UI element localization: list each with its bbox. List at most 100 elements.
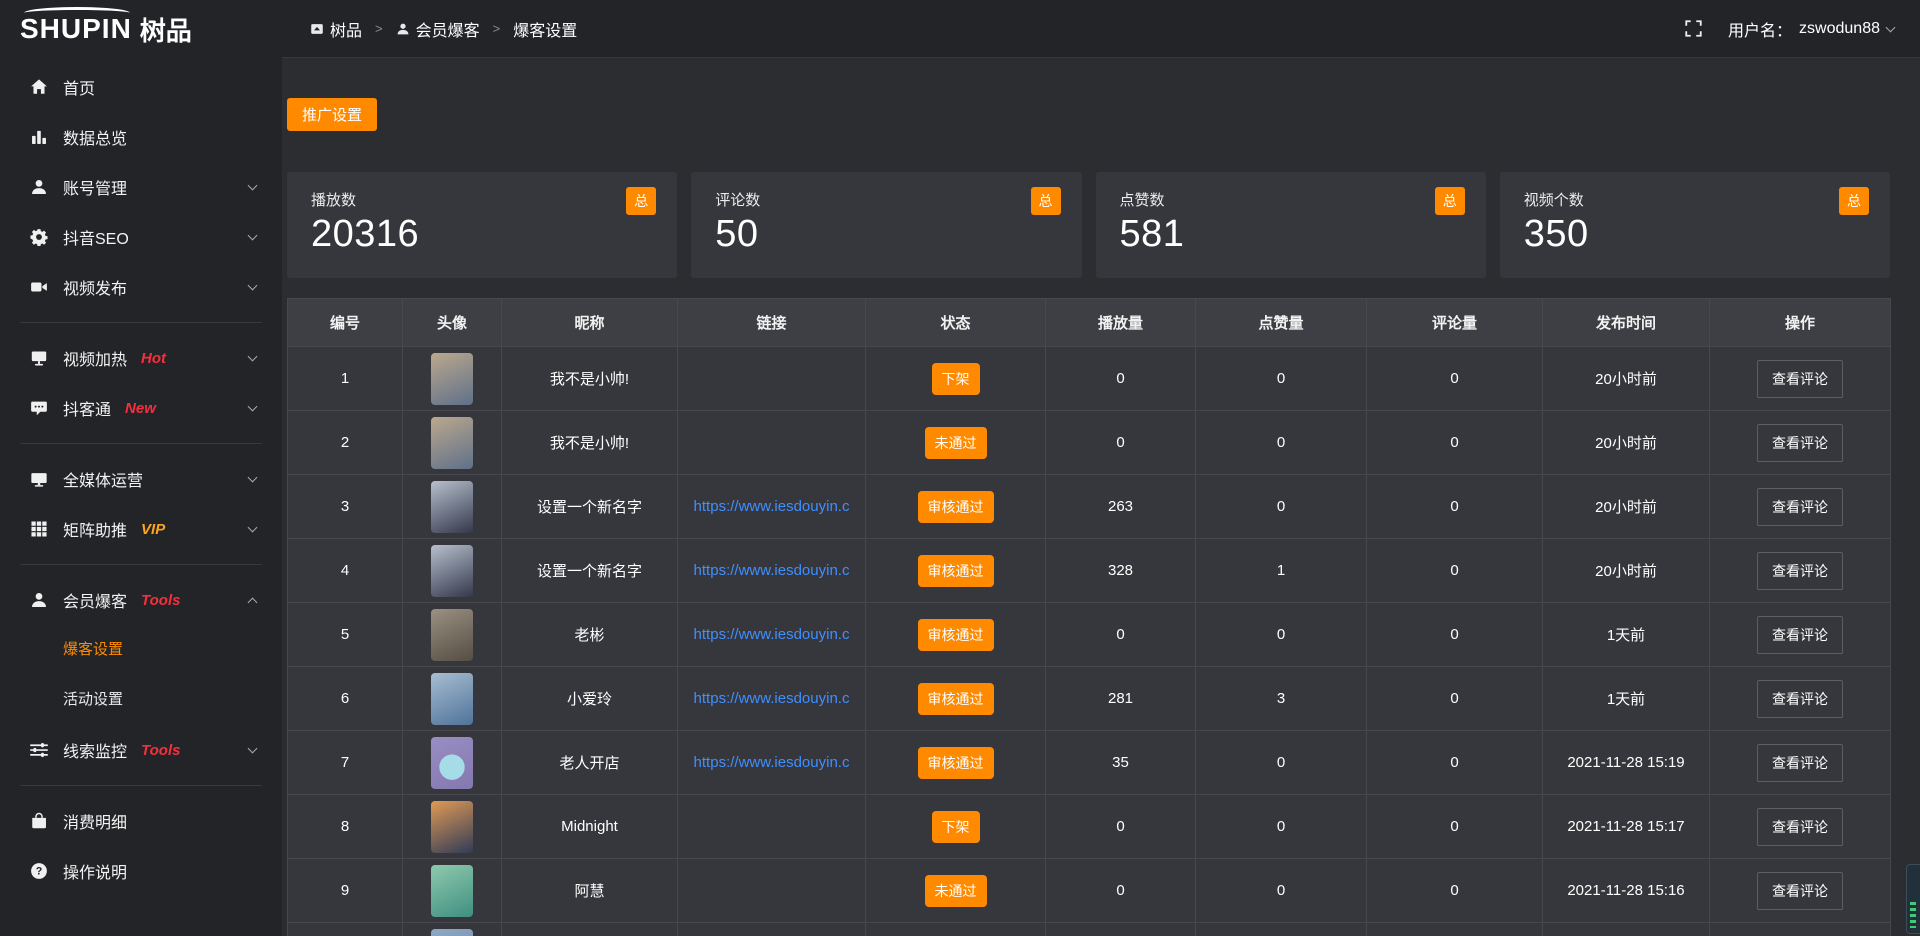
sidebar-item-label: 抖音SEO xyxy=(63,225,129,249)
cell-likes: 1 xyxy=(1196,539,1367,603)
cell-plays: 0 xyxy=(1046,411,1196,475)
cell-avatar xyxy=(403,795,502,859)
sidebar-item-omnimedia-operation[interactable]: 全媒体运营 xyxy=(0,454,282,504)
sidebar-item-operation-guide[interactable]: ?操作说明 xyxy=(0,846,282,896)
stat-card-value: 350 xyxy=(1524,213,1866,256)
video-link[interactable]: https://www.iesdouyin.c xyxy=(694,498,850,515)
cell-status: 审核通过 xyxy=(866,475,1046,539)
sidebar-item-label: 消费明细 xyxy=(63,809,127,833)
table-row: 6小爱玲https://www.iesdouyin.c审核通过281301天前查… xyxy=(288,667,1891,731)
video-link[interactable]: https://www.iesdouyin.c xyxy=(694,562,850,579)
cell-action: 查看评论 xyxy=(1710,475,1891,539)
promotion-settings-button[interactable]: 推广设置 xyxy=(287,98,377,131)
fullscreen-icon[interactable] xyxy=(1685,20,1702,37)
cell-time: 2021-11-28 15:17 xyxy=(1543,795,1710,859)
view-comments-button[interactable]: 查看评论 xyxy=(1757,424,1843,462)
column-header: 点赞量 xyxy=(1196,299,1367,347)
cell-link xyxy=(678,411,866,475)
cell-likes xyxy=(1196,923,1367,936)
video-link[interactable]: https://www.iesdouyin.c xyxy=(694,754,850,771)
sidebar-item-member-baoke[interactable]: 会员爆客 Tools xyxy=(0,575,282,625)
column-header: 编号 xyxy=(288,299,403,347)
view-comments-button[interactable]: 查看评论 xyxy=(1757,552,1843,590)
total-badge: 总 xyxy=(1435,187,1465,215)
screen-icon xyxy=(30,349,48,367)
cell-action: 查看评论 xyxy=(1710,411,1891,475)
sidebar-item-label: 视频加热 xyxy=(63,346,127,370)
cell-comments: 0 xyxy=(1367,411,1543,475)
sidebar-item-account-management[interactable]: 账号管理 xyxy=(0,162,282,212)
cell-link xyxy=(678,859,866,923)
cell-nickname: Midnight xyxy=(502,795,678,859)
avatar xyxy=(431,545,473,597)
sidebar-subitem-activity-settings[interactable]: 活动设置 xyxy=(0,675,282,725)
breadcrumb-item[interactable]: 会员爆客 xyxy=(396,17,480,41)
sidebar-item-label: 数据总览 xyxy=(63,125,127,149)
cell-link: https://www.iesdouyin.c xyxy=(678,539,866,603)
avatar xyxy=(431,737,473,789)
monitor-icon xyxy=(30,470,48,488)
sidebar-subitem-baoke-settings[interactable]: 爆客设置 xyxy=(0,625,282,675)
view-comments-button[interactable]: 查看评论 xyxy=(1757,488,1843,526)
video-link[interactable]: https://www.iesdouyin.c xyxy=(694,626,850,643)
cell-link: https://www.iesdouyin.c xyxy=(678,603,866,667)
column-header: 状态 xyxy=(866,299,1046,347)
view-comments-button[interactable]: 查看评论 xyxy=(1757,616,1843,654)
status-badge: 审核通过 xyxy=(918,619,994,651)
breadcrumb-item[interactable]: 爆客设置 xyxy=(513,17,577,41)
sidebar-item-label: 首页 xyxy=(63,75,95,99)
table-header-row: 编号头像昵称链接状态播放量点赞量评论量发布时间操作 xyxy=(288,299,1891,347)
sidebar-item-tag: Tools xyxy=(141,592,180,609)
sidebar-item-consumption-detail[interactable]: 消费明细 xyxy=(0,796,282,846)
video-link[interactable]: https://www.iesdouyin.c xyxy=(694,690,850,707)
status-badge: 审核通过 xyxy=(918,491,994,523)
sidebar-item-douketong[interactable]: 抖客通New xyxy=(0,383,282,433)
cell-plays: 263 xyxy=(1046,475,1196,539)
bar-chart-icon xyxy=(30,128,48,146)
cell-id: 3 xyxy=(288,475,403,539)
cell-time: 1天前 xyxy=(1543,603,1710,667)
cell-comments xyxy=(1367,923,1543,936)
chevron-down-icon xyxy=(248,281,258,291)
user-icon xyxy=(30,591,48,609)
view-comments-button[interactable]: 查看评论 xyxy=(1757,360,1843,398)
cell-id: 4 xyxy=(288,539,403,603)
avatar xyxy=(431,353,473,405)
sidebar-item-clue-monitor[interactable]: 线索监控Tools xyxy=(0,725,282,775)
sidebar-item-label: 会员爆客 xyxy=(63,588,127,612)
cell-status: 审核通过 xyxy=(866,603,1046,667)
view-comments-button[interactable]: 查看评论 xyxy=(1757,744,1843,782)
view-comments-button[interactable]: 查看评论 xyxy=(1757,680,1843,718)
table-row: 5老彬https://www.iesdouyin.c审核通过0001天前查看评论 xyxy=(288,603,1891,667)
chevron-down-icon xyxy=(248,181,258,191)
stat-card-value: 50 xyxy=(715,213,1057,256)
breadcrumb-item[interactable]: 树品 xyxy=(310,17,362,41)
chat-icon xyxy=(30,399,48,417)
view-comments-button[interactable]: 查看评论 xyxy=(1757,808,1843,846)
breadcrumb-separator: > xyxy=(375,21,383,36)
app-logo[interactable]: SHUPIN 树品 xyxy=(0,0,282,58)
sidebar-item-douyin-seo[interactable]: 抖音SEO xyxy=(0,212,282,262)
floating-widget[interactable] xyxy=(1906,864,1920,934)
sidebar: 首页数据总览账号管理抖音SEO 视频发布视频加热 Hot 抖客通New 全媒体运营矩阵助… xyxy=(0,58,282,936)
sidebar-item-video-publish[interactable]: 视频发布 xyxy=(0,262,282,312)
cell-time: 20小时前 xyxy=(1543,347,1710,411)
cell-nickname: 设置一个新名字 xyxy=(502,539,678,603)
view-comments-button[interactable]: 查看评论 xyxy=(1757,872,1843,910)
cell-comments: 0 xyxy=(1367,859,1543,923)
cell-plays: 0 xyxy=(1046,859,1196,923)
stat-card: 点赞数581总 xyxy=(1096,172,1486,278)
sliders-icon xyxy=(30,741,48,759)
sidebar-item-home[interactable]: 首页 xyxy=(0,62,282,112)
sidebar-item-tag: Hot xyxy=(141,350,166,367)
breadcrumb-label: 爆客设置 xyxy=(513,17,577,41)
avatar xyxy=(431,673,473,725)
sidebar-item-video-heat[interactable]: 视频加热 Hot xyxy=(0,333,282,383)
sidebar-item-data-overview[interactable]: 数据总览 xyxy=(0,112,282,162)
cell-comments: 0 xyxy=(1367,539,1543,603)
sidebar-item-matrix-boost[interactable]: 矩阵助推VIP xyxy=(0,504,282,554)
cell-plays: 35 xyxy=(1046,731,1196,795)
stat-card-label: 播放数 xyxy=(311,189,653,210)
user-menu[interactable]: 用户名： zswodun88 xyxy=(1728,17,1894,41)
breadcrumb-bar: 树品>会员爆客>爆客设置 用户名： zswodun88 xyxy=(282,0,1920,58)
